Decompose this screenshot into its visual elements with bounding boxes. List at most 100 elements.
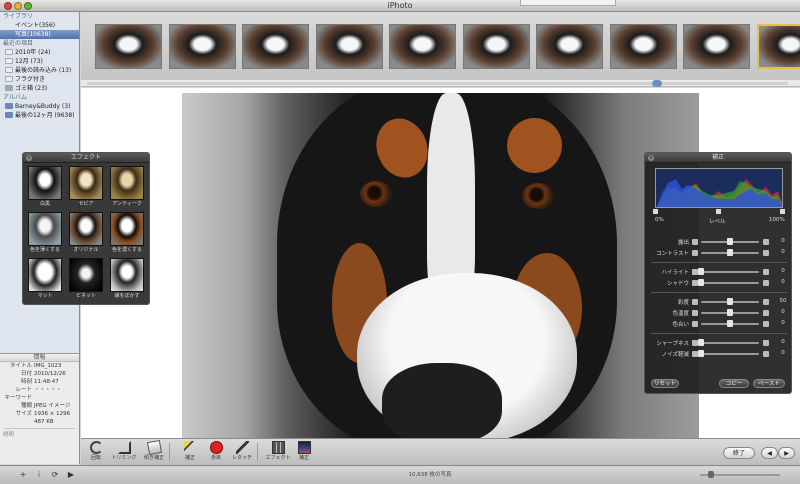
sidebar-item[interactable]: 2010年 (24)	[0, 48, 79, 57]
info-value[interactable]: 2010/12/26	[34, 371, 66, 377]
levels-black-point[interactable]	[653, 209, 658, 214]
info-value[interactable]: IMG_1023	[34, 363, 61, 369]
effect-preview[interactable]	[28, 258, 62, 292]
sidebar-item[interactable]: フラグ付き	[0, 75, 79, 84]
effect-antique[interactable]: アンティーク	[109, 166, 145, 209]
slideshow-icon[interactable]: ⟳	[48, 469, 62, 481]
strip-scroll-track[interactable]	[87, 82, 788, 85]
adjust-slider-knob[interactable]	[698, 279, 704, 286]
play-icon[interactable]: ▶	[64, 469, 78, 481]
effect-fade[interactable]: 色を薄くする	[27, 212, 63, 255]
effect-preview[interactable]	[28, 212, 62, 246]
tool-crop[interactable]: トリミング	[111, 441, 137, 465]
adjust-value[interactable]: 0	[777, 339, 789, 345]
adjust-value[interactable]: 0	[777, 268, 789, 274]
photo-thumbnail[interactable]	[168, 24, 236, 69]
effect-matte[interactable]: マット	[27, 258, 63, 301]
strip-scroll-knob[interactable]	[652, 80, 662, 87]
adjust-slider-knob[interactable]	[698, 350, 704, 357]
adjust-value[interactable]: 0	[777, 320, 789, 326]
adjust-slider-track[interactable]	[701, 342, 759, 344]
copy-button[interactable]: コピー	[719, 379, 749, 388]
effect-preview[interactable]	[69, 258, 103, 292]
sidebar-item[interactable]: 12月 (73)	[0, 57, 79, 66]
adjust-slider-track[interactable]	[701, 353, 759, 355]
photo-thumbnail[interactable]	[609, 24, 677, 69]
tool-retouch[interactable]: レタッチ	[229, 441, 255, 465]
adjust-slider-knob[interactable]	[698, 339, 704, 346]
effect-vignette[interactable]: ビネット	[68, 258, 104, 301]
sidebar-item[interactable]: 最後の読み込み (13)	[0, 66, 79, 75]
sidebar-item[interactable]: Barney&Buddy (3)	[0, 102, 79, 111]
photo-thumbnail[interactable]	[242, 24, 309, 69]
adjust-slider-track[interactable]	[701, 271, 759, 273]
sidebar-section-header[interactable]: 最近の項目	[0, 39, 79, 48]
levels-histogram[interactable]	[655, 168, 783, 208]
photo-thumbnail[interactable]	[536, 24, 603, 69]
adjust-slider-knob[interactable]	[698, 268, 704, 275]
next-photo-button[interactable]: ▶	[778, 447, 795, 459]
adjust-value[interactable]: 50	[777, 298, 789, 304]
adjust-slider-knob[interactable]	[727, 249, 733, 256]
sidebar-item[interactable]: イベント(356)	[0, 21, 79, 30]
photo-thumbnail[interactable]	[389, 24, 456, 69]
effect-preview[interactable]	[69, 166, 103, 200]
sidebar-item[interactable]: 最後の12ヶ月 (9638)	[0, 111, 79, 120]
photo-canvas[interactable]	[182, 93, 699, 438]
levels-midpoint[interactable]	[716, 209, 721, 214]
zoom-knob[interactable]	[708, 471, 714, 478]
tool-red-eye[interactable]: 赤目	[203, 441, 229, 465]
adjust-value[interactable]: 0	[777, 238, 789, 244]
info-value[interactable]: 1936 × 1296	[34, 411, 70, 417]
previous-photo-button[interactable]: ◀	[761, 447, 778, 459]
adjust-value[interactable]: 0	[777, 309, 789, 315]
close-icon[interactable]: ×	[26, 155, 32, 161]
effect-preview[interactable]	[110, 258, 144, 292]
info-button[interactable]: i	[32, 469, 46, 481]
close-icon[interactable]: ×	[648, 155, 654, 161]
reset-button[interactable]: リセット	[651, 379, 679, 388]
adjust-slider-knob[interactable]	[727, 298, 733, 305]
strip-scrollbar[interactable]	[81, 80, 800, 87]
info-value[interactable]: JPEG イメージ	[34, 403, 70, 409]
add-button[interactable]: +	[16, 469, 30, 481]
effect-sepia[interactable]: セピア	[68, 166, 104, 209]
effect-bw[interactable]: 白黒	[27, 166, 63, 209]
paste-button[interactable]: ペースト	[753, 379, 785, 388]
info-value[interactable]: 487 KB	[34, 419, 54, 425]
info-value[interactable]: ・・・・・	[34, 387, 62, 393]
levels-white-point[interactable]	[780, 209, 785, 214]
adjust-slider-knob[interactable]	[727, 309, 733, 316]
info-value[interactable]: 11:48:47	[34, 379, 59, 385]
photo-thumbnail[interactable]	[683, 24, 750, 69]
sidebar-section-header[interactable]: アルバム	[0, 93, 79, 102]
adjust-slider-knob[interactable]	[727, 238, 733, 245]
effect-preview[interactable]	[110, 212, 144, 246]
sidebar-item[interactable]: 写真(10638)	[0, 30, 79, 39]
effect-preview[interactable]	[69, 212, 103, 246]
adjust-value[interactable]: 0	[777, 249, 789, 255]
adjust-slider-knob[interactable]	[727, 320, 733, 327]
comment-field[interactable]: 説明	[0, 431, 79, 439]
tool-straighten[interactable]: 傾き補正	[141, 439, 167, 465]
effect-boost[interactable]: 色を濃くする	[109, 212, 145, 255]
tool-rotate[interactable]: 回転	[83, 441, 109, 465]
sidebar-section-header[interactable]: ライブラリ	[0, 12, 79, 21]
effect-preview[interactable]	[110, 166, 144, 200]
done-button[interactable]: 終了	[723, 447, 755, 459]
photo-thumbnail[interactable]	[315, 24, 383, 69]
photo-thumbnail[interactable]	[462, 24, 530, 69]
levels-sliders[interactable]	[653, 209, 785, 214]
adjust-slider-track[interactable]	[701, 282, 759, 284]
effect-edge[interactable]: 縁をぼかす	[109, 258, 145, 301]
tool-enhance[interactable]: 補正	[177, 441, 203, 465]
photo-thumbnail[interactable]	[756, 24, 800, 69]
sidebar-item[interactable]: ゴミ箱 (23)	[0, 84, 79, 93]
tool-adjust[interactable]: 補正	[291, 441, 317, 465]
photo-thumbnail[interactable]	[95, 24, 162, 69]
effect-preview[interactable]	[28, 166, 62, 200]
tool-effects[interactable]: エフェクト	[265, 441, 291, 465]
adjust-value[interactable]: 0	[777, 350, 789, 356]
adjust-value[interactable]: 0	[777, 279, 789, 285]
effect-orig[interactable]: オリジナル	[68, 212, 104, 255]
